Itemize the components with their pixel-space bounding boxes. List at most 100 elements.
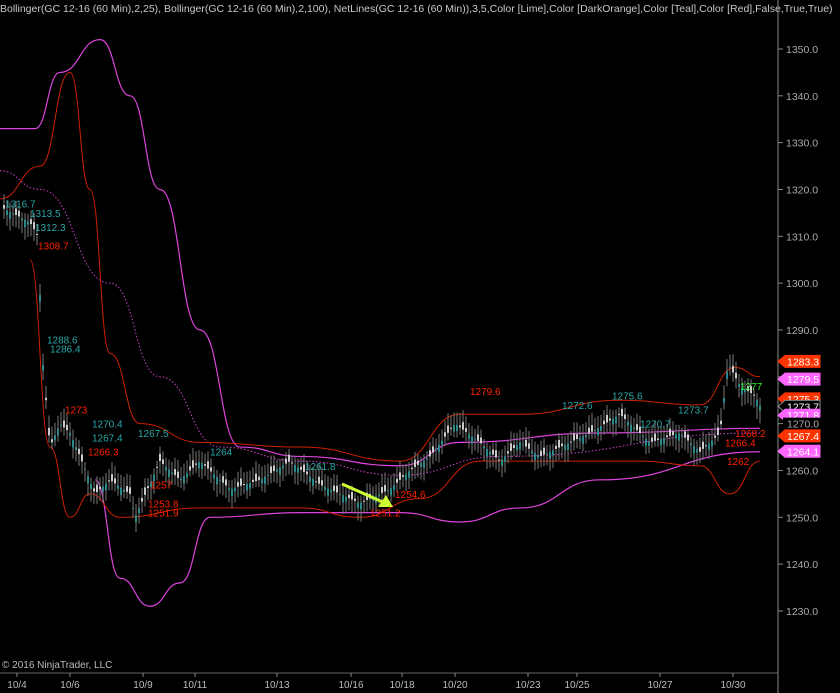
net-line-label: 1273.7 (678, 406, 709, 417)
candle-body (462, 422, 464, 430)
candle-body (453, 424, 455, 432)
candle-body (255, 473, 257, 482)
candle-body (558, 440, 560, 448)
x-tick-label: 10/27 (647, 680, 672, 691)
candle-body (471, 436, 473, 444)
candle-body (540, 450, 542, 456)
candle-body (534, 452, 536, 461)
candle-body (165, 466, 167, 471)
candle-body (252, 479, 254, 483)
candle-body (69, 433, 71, 436)
net-line-label: 1272.6 (562, 401, 593, 412)
net-line-label: 1266.3 (88, 448, 119, 459)
candle-body (420, 462, 422, 467)
net-line-label: 1254.6 (395, 490, 426, 501)
candle-body (42, 365, 44, 371)
candle-body (276, 469, 278, 472)
y-tick-label: 1340.0 (786, 91, 818, 103)
net-line-label: 1275.6 (612, 392, 643, 403)
candle-body (117, 485, 119, 489)
candle-body (39, 294, 41, 302)
candle-body (288, 454, 290, 462)
candle-body (525, 439, 527, 447)
candle-body (168, 469, 170, 477)
price-chart[interactable]: 1230.01240.01250.01260.01270.01280.01290… (0, 0, 840, 693)
candle-body (645, 438, 647, 446)
candle-body (711, 440, 713, 447)
candle-body (663, 438, 665, 445)
candle-body (78, 448, 80, 455)
candle-body (54, 435, 56, 441)
y-tick-label: 1240.0 (786, 559, 818, 571)
candle-body (615, 416, 617, 424)
y-tick-label: 1260.0 (786, 465, 818, 477)
candle-body (603, 420, 605, 425)
candle-body (144, 487, 146, 495)
candle-body (702, 441, 704, 449)
candle-body (294, 465, 296, 472)
y-tick-label: 1320.0 (786, 184, 818, 196)
candle-body (174, 469, 176, 476)
candle-body (192, 460, 194, 468)
candle-body (327, 488, 329, 496)
candle-body (543, 447, 545, 455)
candle-body (402, 475, 404, 478)
candle-body (72, 440, 74, 448)
candle-body (438, 444, 440, 453)
candle-body (504, 456, 506, 463)
candle-body (483, 446, 485, 449)
net-line-label: 1313.5 (30, 209, 61, 220)
candle-body (363, 500, 365, 502)
candle-body (90, 483, 92, 490)
candle-body (141, 497, 143, 502)
candle-body (723, 397, 725, 403)
candle-body (315, 481, 317, 483)
candle-body (465, 428, 467, 432)
candle-body (312, 479, 314, 486)
candle-body (417, 460, 419, 465)
candle-body (387, 490, 389, 492)
candle-body (627, 421, 629, 426)
y-tick-label: 1250.0 (786, 512, 818, 524)
candle-body (348, 494, 350, 499)
y-tick-label: 1300.0 (786, 278, 818, 290)
candle-body (162, 459, 164, 464)
candle-body (426, 458, 428, 460)
candle-body (297, 467, 299, 473)
candle-body (714, 435, 716, 438)
candle-body (735, 372, 737, 379)
price-marker-label: 1283.3 (787, 356, 819, 368)
candle-body (273, 465, 275, 472)
candle-body (660, 438, 662, 446)
candle-body (318, 476, 320, 484)
bollinger-25-lower (29, 259, 761, 518)
candle-body (384, 485, 386, 492)
candle-body (585, 434, 587, 438)
candle-body (75, 447, 77, 450)
candle-body (618, 413, 620, 415)
candle-body (126, 486, 128, 492)
candle-body (636, 424, 638, 431)
candle-body (435, 448, 437, 451)
candle-body (357, 502, 359, 509)
candle-body (147, 486, 149, 489)
y-tick-label: 1350.0 (786, 44, 818, 56)
candle-body (345, 496, 347, 502)
candle-body (156, 466, 158, 468)
net-line-label: 1279.6 (470, 387, 501, 398)
candle-body (537, 455, 539, 458)
price-marker-label: 1279.5 (787, 374, 819, 386)
candle-body (582, 436, 584, 444)
x-tick-label: 10/23 (515, 680, 540, 691)
candle-body (690, 443, 692, 446)
candle-body (270, 466, 272, 473)
candle-body (579, 437, 581, 442)
net-line-label: 1267.4 (92, 434, 123, 445)
bollinger-100-upper (0, 39, 761, 467)
candle-body (666, 435, 668, 438)
candle-body (285, 458, 287, 464)
candle-body (330, 489, 332, 493)
candle-body (234, 487, 236, 492)
candle-body (249, 482, 251, 489)
candle-body (240, 478, 242, 486)
